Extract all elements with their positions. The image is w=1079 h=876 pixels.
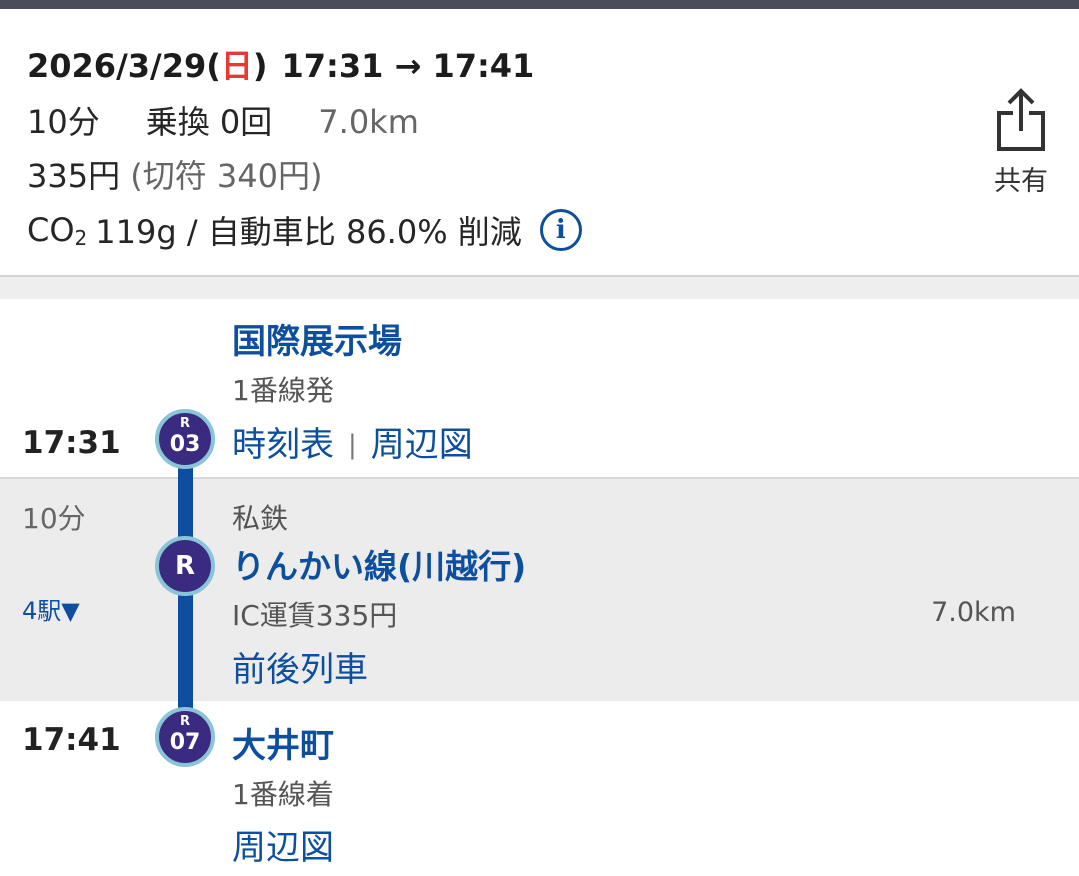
duration-line: 10分 乗換 0回 7.0km [27,97,419,143]
co2-text: 119g / 自動車比 86.0% 削減 [95,213,522,251]
departure-station-badge: R 03 [155,409,215,469]
timetable-link[interactable]: 時刻表 [232,425,334,465]
arrival-platform: 1番線着 [232,778,334,811]
route-line [178,452,193,742]
departure-station[interactable]: 国際展示場 [232,314,402,363]
stations-toggle[interactable]: 4駅▼ [22,591,80,626]
section-gap [0,277,1079,299]
departure-time: 17:31 [22,425,121,461]
route-summary: 2026/3/29(日) 17:31 → 17:41 10分 乗換 0回 7.0km … [0,9,1079,277]
arrival-links: 周辺図 [232,820,334,869]
transfer-count: 乗換 0回 [145,103,273,141]
date-time-line: 2026/3/29(日) 17:31 → 17:41 [27,41,534,87]
weekday: 日 [220,47,253,85]
line-name[interactable]: りんかい線(川越行) [232,540,526,588]
arrival-map-link[interactable]: 周辺図 [232,828,334,868]
arrival-station[interactable]: 大井町 [232,718,334,767]
total-duration: 10分 [27,103,100,141]
info-icon[interactable]: i [539,209,582,251]
ticket-fare: (切符 340円) [130,157,323,195]
total-distance: 7.0km [318,103,419,141]
share-icon [997,88,1045,151]
railway-type: 私鉄 [232,502,289,535]
ic-fare: 335円 [27,157,121,195]
arrival-time: 17:41 [22,722,121,758]
date: 2026/3/29( [27,47,221,85]
ride-section [0,479,1079,701]
date-close: ) [252,47,268,85]
ride-fare: IC運賃335円 [232,599,398,632]
link-separator: | [348,430,357,460]
ride-distance: 7.0km [931,597,1016,628]
status-bar [0,0,1079,9]
departure-links: 時刻表 | 周辺図 [232,417,473,466]
co2-label: CO2 [27,210,88,250]
share-button[interactable]: 共有 [986,87,1056,207]
time-range: 17:31 → 17:41 [281,47,535,85]
share-label: 共有 [994,166,1048,197]
ride-duration: 10分 [22,502,86,535]
departure-platform: 1番線発 [232,374,334,407]
departure-map-link[interactable]: 周辺図 [371,425,473,465]
fare-line: 335円 (切符 340円) [27,151,323,197]
arrival-station-badge: R 07 [155,707,215,767]
co2-line: CO2 119g / 自動車比 86.0% 削減 i [27,207,582,253]
line-badge: R [155,536,215,596]
prev-next-trains-link[interactable]: 前後列車 [232,642,368,691]
